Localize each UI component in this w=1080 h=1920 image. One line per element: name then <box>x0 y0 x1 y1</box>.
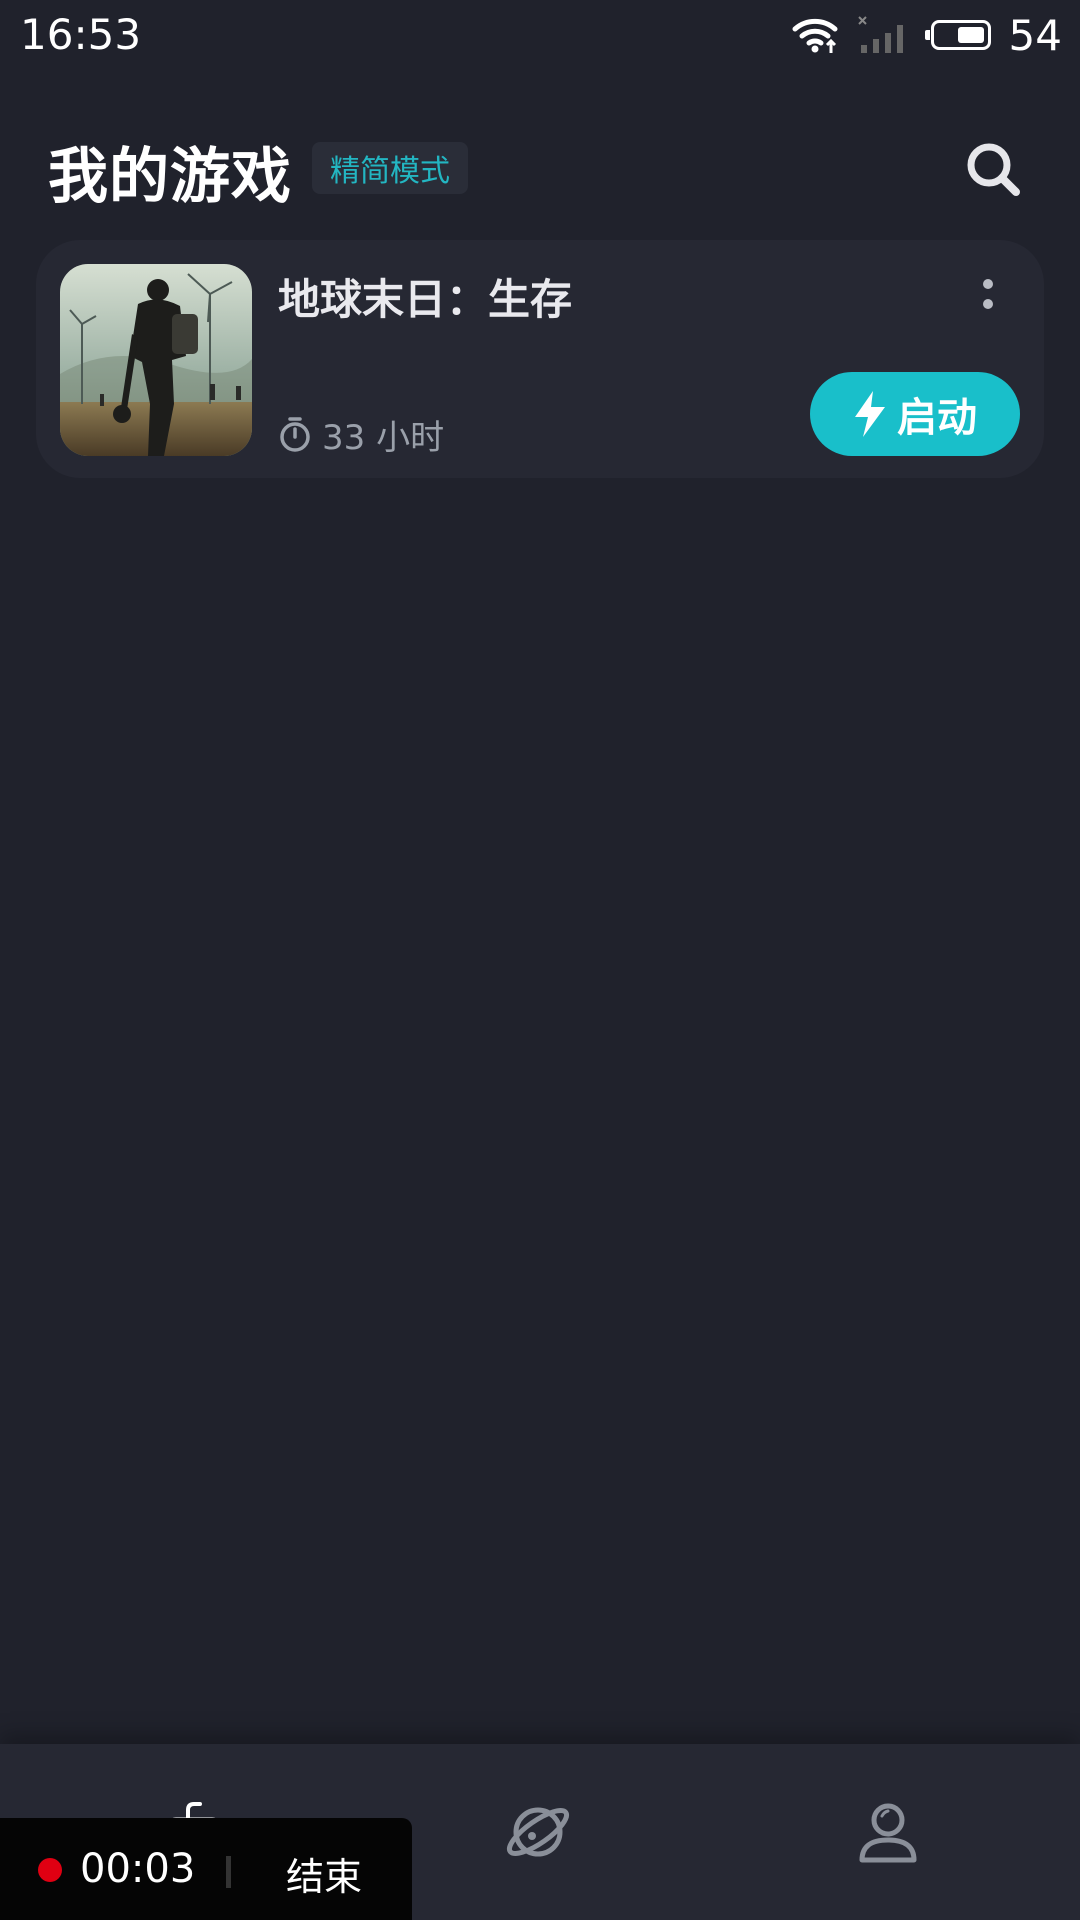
stop-recording-button[interactable]: 结束 <box>286 1846 362 1901</box>
search-icon <box>967 143 1020 196</box>
launch-button[interactable]: 启动 <box>810 372 1020 456</box>
status-icons: 54 <box>791 8 1062 62</box>
more-options-button[interactable] <box>976 274 1000 330</box>
nav-profile-tab[interactable] <box>852 1796 924 1868</box>
planet-icon <box>506 1807 570 1857</box>
status-time: 16:53 <box>20 10 142 59</box>
recording-time: 00:03 <box>80 1846 196 1892</box>
user-icon <box>859 1803 917 1863</box>
page-title: 我的游戏 <box>48 142 292 212</box>
wifi-icon <box>792 18 838 53</box>
recording-overlay: 00:03 结束 <box>0 1818 412 1920</box>
status-bar: 16:53 54 <box>0 0 1080 70</box>
battery-icon <box>924 20 991 50</box>
more-vertical-icon <box>983 279 993 309</box>
playtime: 33 小时 <box>278 410 444 459</box>
game-card[interactable]: 地球末日：生存 33 小时 启动 <box>36 240 1044 478</box>
nav-discover-tab[interactable] <box>502 1796 574 1868</box>
search-button[interactable] <box>962 138 1026 202</box>
recording-divider <box>226 1856 231 1888</box>
signal-off-icon <box>857 16 903 53</box>
playtime-text: 33 小时 <box>322 418 445 458</box>
lightning-icon <box>855 391 885 437</box>
simple-mode-toggle[interactable]: 精简模式 <box>312 142 468 194</box>
launch-label: 启动 <box>897 395 977 441</box>
game-title: 地球末日：生存 <box>278 275 573 324</box>
game-cover-image[interactable] <box>60 264 252 456</box>
battery-percent: 54 <box>1008 10 1062 60</box>
stopwatch-icon <box>280 416 310 452</box>
recording-indicator <box>38 1858 62 1882</box>
